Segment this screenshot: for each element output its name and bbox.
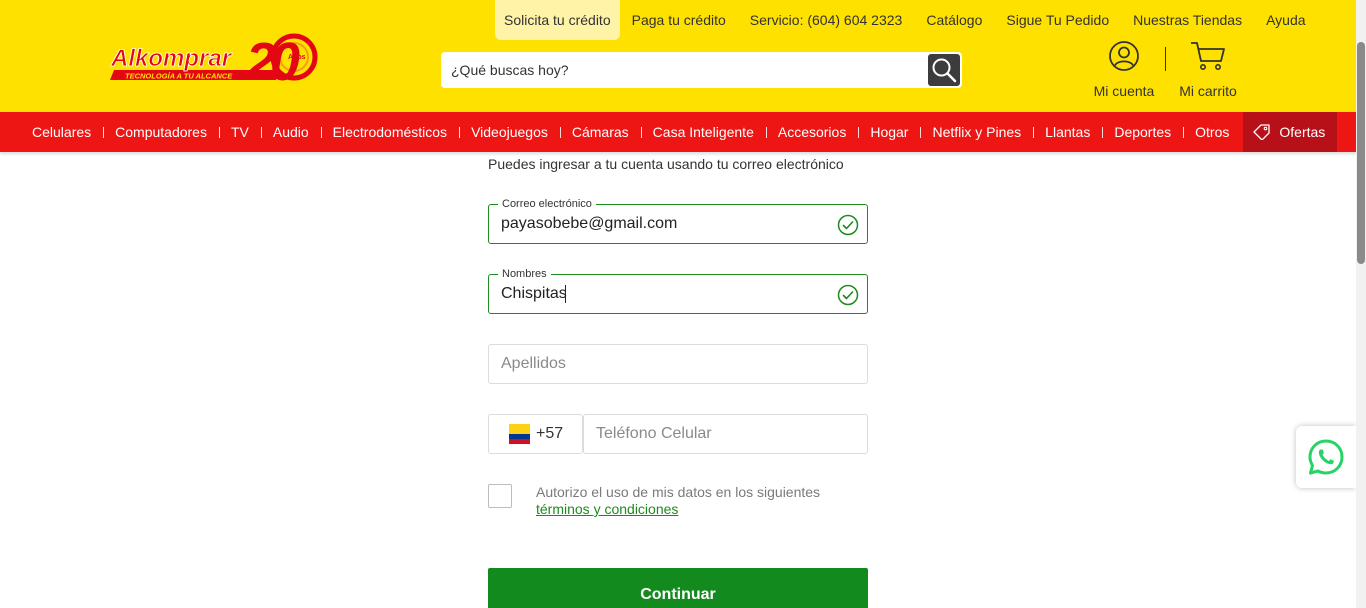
whatsapp-button[interactable] (1296, 426, 1356, 488)
email-field: Correo electrónico (488, 197, 868, 244)
top-link-sigue-pedido[interactable]: Sigue Tu Pedido (994, 0, 1121, 40)
last-name-field (488, 344, 868, 384)
search-icon (932, 58, 957, 83)
nav-item-netflix-pines[interactable]: Netflix y Pines (920, 112, 1033, 152)
top-link-tiendas[interactable]: Nuestras Tiendas (1121, 0, 1254, 40)
first-name-field: Nombres (488, 267, 868, 314)
form-intro: Puedes ingresar a tu cuenta usando tu co… (488, 156, 844, 172)
continue-button[interactable]: Continuar (488, 568, 868, 608)
nav-item-ofertas[interactable]: Ofertas (1243, 112, 1338, 152)
nav-item-camaras[interactable]: Cámaras (559, 112, 641, 152)
account-label: Mi cuenta (1093, 83, 1155, 99)
colombia-flag-icon (509, 424, 530, 444)
phone-input[interactable] (584, 415, 867, 453)
nav-item-casa-inteligente[interactable]: Casa Inteligente (640, 112, 766, 152)
logo-tagline: TECNOLOGÍA A TU ALCANCE (125, 72, 233, 81)
nav-item-tv[interactable]: TV (218, 112, 261, 152)
nav-item-videojuegos[interactable]: Videojuegos (459, 112, 560, 152)
whatsapp-icon (1308, 439, 1344, 475)
cart-label: Mi carrito (1179, 83, 1237, 99)
first-name-input[interactable] (489, 275, 867, 313)
phone-field (583, 414, 868, 454)
page: Solicita tu crédito Paga tu crédito Serv… (0, 0, 1366, 608)
consent-checkbox[interactable] (488, 484, 512, 508)
logo-anniversary-word: Años (288, 54, 306, 61)
top-link-ayuda[interactable]: Ayuda (1254, 0, 1317, 40)
cart-icon (1191, 42, 1225, 70)
header: Solicita tu crédito Paga tu crédito Serv… (0, 0, 1356, 112)
logo-brand: Alkomprar (110, 45, 233, 72)
search-input[interactable] (441, 52, 926, 88)
page-scrollbar[interactable] (1356, 0, 1366, 608)
nav-item-hogar[interactable]: Hogar (858, 112, 920, 152)
nav-item-electrodomesticos[interactable]: Electrodomésticos (320, 112, 459, 152)
user-icon (1109, 41, 1139, 71)
scrollbar-thumb[interactable] (1357, 42, 1365, 264)
text-caret (565, 285, 566, 303)
nav-item-accesorios[interactable]: Accesorios (765, 112, 858, 152)
header-divider (1165, 47, 1166, 71)
nav-item-llantas[interactable]: Llantas (1033, 112, 1102, 152)
check-circle-icon (837, 284, 859, 306)
top-link-paga-credito[interactable]: Paga tu crédito (620, 0, 738, 40)
search-button[interactable] (928, 54, 960, 86)
top-link-solicita-credito[interactable]: Solicita tu crédito (495, 0, 620, 40)
country-code: +57 (536, 425, 564, 442)
tag-icon (1253, 124, 1271, 140)
nav-item-otros[interactable]: Otros (1183, 112, 1241, 152)
search-bar (441, 52, 962, 88)
alkomprar-logo[interactable]: Alkomprar TECNOLOGÍA A TU ALCANCE 20 Año… (108, 30, 323, 92)
last-name-input[interactable] (489, 345, 867, 383)
account-button[interactable]: Mi cuenta (1088, 40, 1160, 99)
cart-button[interactable]: Mi carrito (1172, 40, 1244, 99)
country-code-select[interactable]: +57 (488, 414, 583, 454)
nav-item-computadores[interactable]: Computadores (103, 112, 219, 152)
nav-item-deportes[interactable]: Deportes (1102, 112, 1183, 152)
terms-link[interactable]: términos y condiciones (536, 501, 678, 517)
email-input[interactable] (489, 205, 867, 243)
check-circle-icon (837, 214, 859, 236)
top-link-servicio[interactable]: Servicio: (604) 604 2323 (738, 0, 915, 40)
consent-text: Autorizo el uso de mis datos en los sigu… (536, 484, 821, 500)
nav-item-audio[interactable]: Audio (260, 112, 321, 152)
category-nav: Celulares Computadores TV Audio Electrod… (0, 112, 1356, 152)
top-link-catalogo[interactable]: Catálogo (914, 0, 994, 40)
top-links: Solicita tu crédito Paga tu crédito Serv… (495, 0, 1318, 40)
nav-item-celulares[interactable]: Celulares (20, 112, 103, 152)
offers-label: Ofertas (1279, 124, 1326, 140)
